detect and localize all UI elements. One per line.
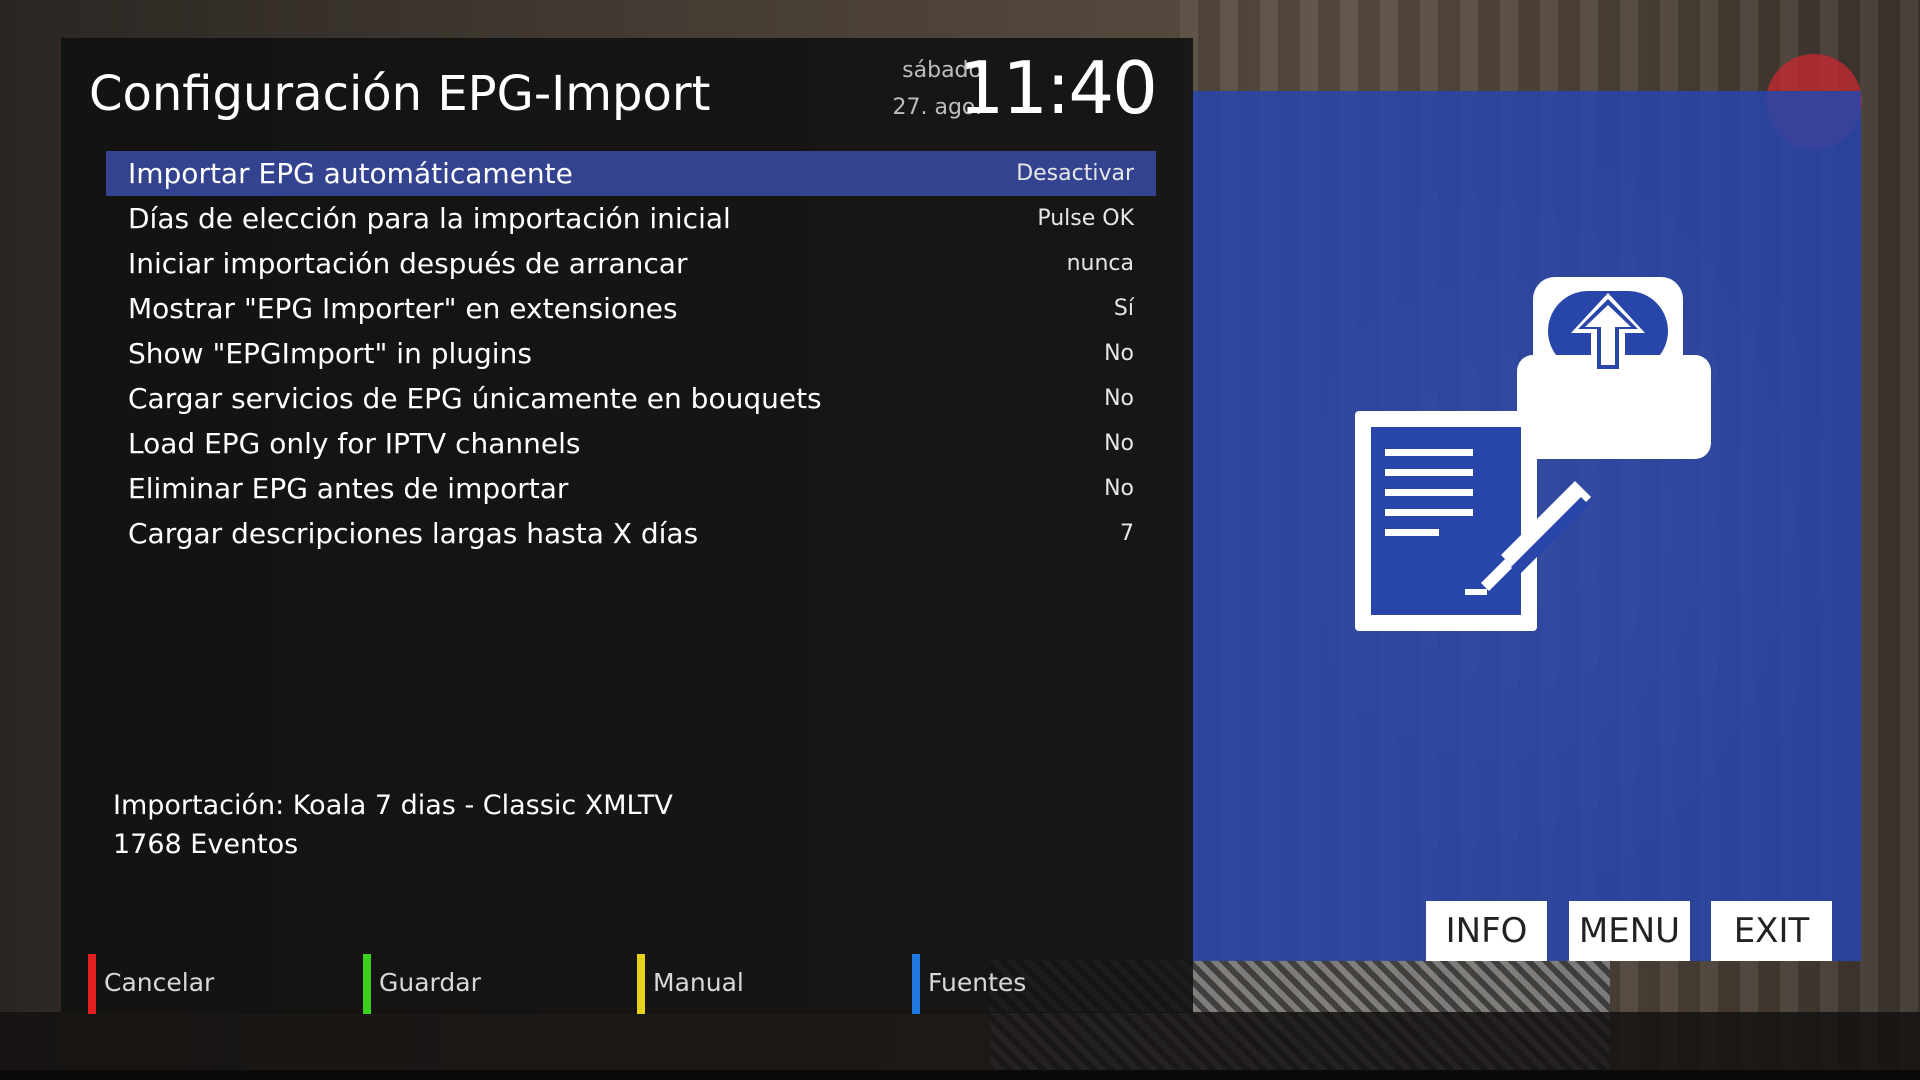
setting-label: Load EPG only for IPTV channels: [128, 427, 581, 460]
red-key-cancel[interactable]: Cancelar: [88, 954, 328, 1014]
setting-label: Show "EPGImport" in plugins: [128, 337, 532, 370]
setting-value: No: [1104, 476, 1134, 501]
setting-value: No: [1104, 431, 1134, 456]
setting-label: Cargar descripciones largas hasta X días: [128, 517, 699, 550]
setting-label: Iniciar importación después de arrancar: [128, 247, 688, 280]
setting-row-show-in-extensions[interactable]: Mostrar "EPG Importer" en extensiones Sí: [106, 286, 1156, 331]
yellow-key-label: Manual: [653, 968, 744, 997]
setting-row-show-in-plugins[interactable]: Show "EPGImport" in plugins No: [106, 331, 1156, 376]
setting-label: Mostrar "EPG Importer" en extensiones: [128, 292, 678, 325]
setting-row-auto-import[interactable]: Importar EPG automáticamente Desactivar: [106, 151, 1156, 196]
blue-key-sources[interactable]: Fuentes: [912, 954, 1152, 1014]
yellow-key-bar: [637, 954, 645, 1014]
setting-row-bouquets-only[interactable]: Cargar servicios de EPG únicamente en bo…: [106, 376, 1156, 421]
tv-screen: Configuración EPG-Import sábado 27. ago.…: [0, 0, 1920, 1080]
setting-value: 7: [1120, 521, 1134, 546]
setting-label: Eliminar EPG antes de importar: [128, 472, 569, 505]
exit-button[interactable]: EXIT: [1711, 901, 1832, 961]
green-key-label: Guardar: [379, 968, 481, 997]
setting-label: Importar EPG automáticamente: [128, 157, 573, 190]
setting-value: Sí: [1113, 296, 1134, 321]
setting-value: Desactivar: [1016, 161, 1134, 186]
setting-label: Días de elección para la importación ini…: [128, 202, 731, 235]
blue-key-label: Fuentes: [928, 968, 1027, 997]
setting-row-iptv-only[interactable]: Load EPG only for IPTV channels No: [106, 421, 1156, 466]
import-source-status: Importación: Koala 7 dias - Classic XMLT…: [113, 790, 673, 821]
setting-label: Cargar servicios de EPG únicamente en bo…: [128, 382, 822, 415]
blue-key-bar: [912, 954, 920, 1014]
setting-value: Pulse OK: [1037, 206, 1134, 231]
setting-value: No: [1104, 386, 1134, 411]
background-bottom-strip: [0, 1070, 1920, 1080]
epg-import-settings-panel: Configuración EPG-Import sábado 27. ago.…: [61, 38, 1193, 1014]
clock-time: 11:40: [958, 46, 1158, 130]
settings-list: Importar EPG automáticamente Desactivar …: [106, 151, 1156, 556]
setting-row-long-descriptions-days[interactable]: Cargar descripciones largas hasta X días…: [106, 511, 1156, 556]
event-count-status: 1768 Eventos: [113, 829, 299, 860]
plugin-info-panel: INFO MENU EXIT: [1193, 91, 1861, 961]
setting-row-clear-before-import[interactable]: Eliminar EPG antes de importar No: [106, 466, 1156, 511]
red-key-label: Cancelar: [104, 968, 215, 997]
info-button[interactable]: INFO: [1426, 901, 1547, 961]
setting-value: nunca: [1066, 251, 1134, 276]
red-key-bar: [88, 954, 96, 1014]
yellow-key-manual[interactable]: Manual: [637, 954, 877, 1014]
green-key-save[interactable]: Guardar: [363, 954, 603, 1014]
setting-value: No: [1104, 341, 1134, 366]
epg-import-upload-document-icon: [1355, 277, 1711, 631]
menu-button[interactable]: MENU: [1569, 901, 1690, 961]
setting-row-initial-import-days[interactable]: Días de elección para la importación ini…: [106, 196, 1156, 241]
setting-row-import-after-boot[interactable]: Iniciar importación después de arrancar …: [106, 241, 1156, 286]
page-title: Configuración EPG-Import: [89, 66, 711, 122]
green-key-bar: [363, 954, 371, 1014]
